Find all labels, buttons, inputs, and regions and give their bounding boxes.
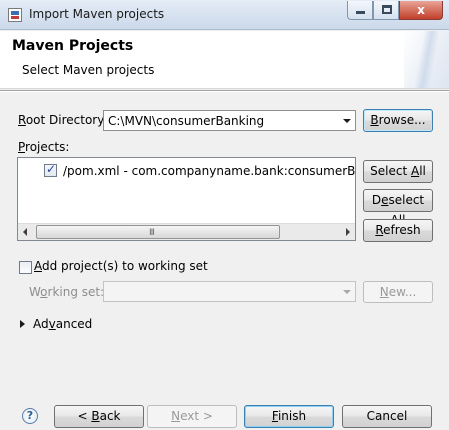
add-to-working-set-label[interactable]: Add project(s) to working set: [34, 259, 208, 273]
header-separator: [0, 90, 449, 92]
chevron-down-icon: [343, 290, 351, 294]
horizontal-scrollbar[interactable]: III: [18, 223, 355, 240]
working-set-label: Working set:: [29, 285, 105, 299]
help-icon[interactable]: ?: [22, 408, 38, 424]
minimize-button[interactable]: [347, 1, 373, 20]
projects-label: Projects:: [18, 140, 70, 154]
grip-icon: III: [149, 228, 155, 238]
chevron-down-icon: [343, 119, 351, 123]
list-item[interactable]: /pom.xml - com.companyname.bank:consumer…: [18, 162, 356, 180]
wizard-header: Maven Projects Select Maven projects: [0, 31, 449, 89]
window-title: Import Maven projects: [29, 7, 165, 21]
wizard-banner-graphic: [404, 31, 449, 88]
next-button[interactable]: Next >: [147, 405, 237, 428]
browse-button[interactable]: Browse...: [363, 109, 433, 132]
refresh-button[interactable]: Refresh: [363, 219, 433, 242]
maximize-icon: [382, 5, 392, 14]
root-directory-value: C:\MVN\consumerBanking: [108, 114, 265, 128]
cancel-button[interactable]: Cancel: [342, 405, 432, 428]
close-icon: x: [417, 3, 425, 17]
select-all-button[interactable]: Select All: [363, 160, 433, 183]
root-directory-label: Root Directory:: [18, 113, 108, 127]
advanced-section-toggle[interactable]: Advanced: [33, 317, 92, 331]
deselect-all-button[interactable]: Deselect All: [363, 189, 433, 227]
scroll-left-icon[interactable]: [18, 224, 34, 240]
root-directory-combo[interactable]: C:\MVN\consumerBanking: [103, 110, 356, 131]
working-set-combo[interactable]: [103, 281, 356, 302]
app-icon: [8, 8, 22, 22]
window-title-bar[interactable]: Import Maven projects x: [0, 0, 449, 30]
minimize-icon: [356, 11, 365, 14]
window-controls: x: [347, 1, 443, 20]
close-button[interactable]: x: [399, 1, 443, 20]
add-to-working-set-checkbox[interactable]: [19, 261, 32, 274]
project-label: /pom.xml - com.companyname.bank:consumer…: [63, 164, 356, 178]
projects-list[interactable]: /pom.xml - com.companyname.bank:consumer…: [17, 157, 356, 241]
page-title: Maven Projects: [12, 38, 134, 54]
scrollbar-thumb[interactable]: III: [36, 225, 280, 239]
finish-button[interactable]: Finish: [244, 405, 334, 428]
maximize-button[interactable]: [373, 1, 399, 20]
scroll-right-icon[interactable]: [339, 224, 355, 240]
new-working-set-button[interactable]: New...: [363, 281, 433, 303]
page-subtitle: Select Maven projects: [22, 63, 155, 77]
project-checkbox[interactable]: [44, 162, 57, 177]
back-button[interactable]: < Back: [54, 405, 144, 428]
expand-arrow-icon[interactable]: [20, 320, 25, 328]
